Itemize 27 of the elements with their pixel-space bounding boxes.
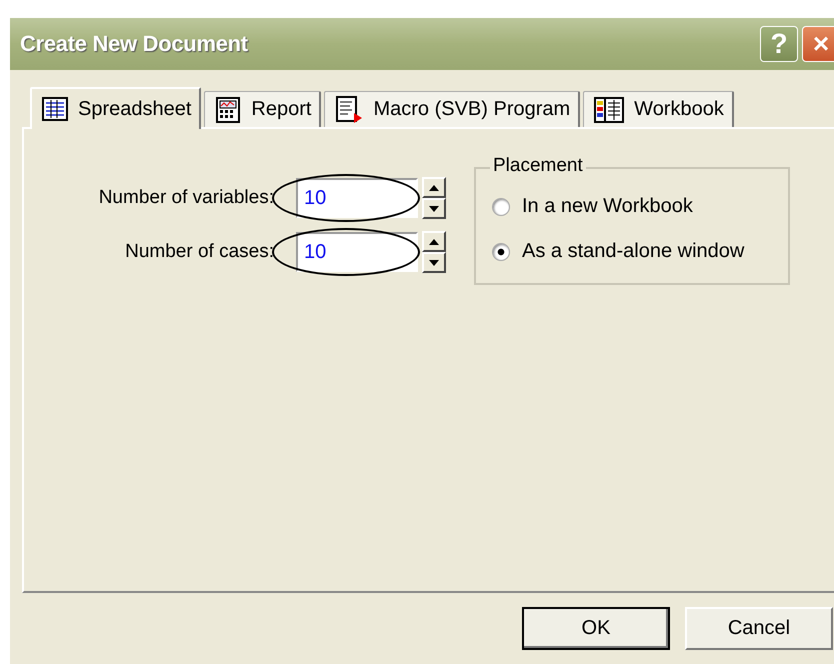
workbook-icon xyxy=(594,96,624,122)
cancel-button[interactable]: Cancel xyxy=(685,607,833,650)
field-label: Number of variables: xyxy=(98,187,274,209)
number-field[interactable]: 10 xyxy=(296,178,418,218)
spin-down-button[interactable] xyxy=(422,198,446,219)
down-arrow-icon xyxy=(428,204,440,212)
number-field[interactable]: 10 xyxy=(296,232,418,272)
spin-down-button[interactable] xyxy=(422,252,446,273)
ok-button[interactable]: OK xyxy=(522,607,670,650)
radio-label: As a stand-alone window xyxy=(522,240,744,263)
window-title: Create New Document xyxy=(20,31,248,57)
down-arrow-icon xyxy=(428,258,440,266)
report-icon xyxy=(215,96,242,122)
up-arrow-icon xyxy=(428,238,440,246)
radio-label: In a new Workbook xyxy=(522,195,693,218)
radio-button[interactable] xyxy=(492,242,510,260)
tab[interactable]: Macro (SVB) Program xyxy=(324,91,580,127)
up-arrow-icon xyxy=(428,184,440,192)
spin-up-button[interactable] xyxy=(422,231,446,252)
spin-up-button[interactable] xyxy=(422,177,446,198)
tab[interactable]: Spreadsheet xyxy=(30,87,202,129)
document-arrow-icon xyxy=(335,96,364,124)
spreadsheet-icon xyxy=(42,97,68,121)
tab[interactable]: Workbook xyxy=(583,91,734,127)
field-label: Number of cases: xyxy=(125,241,274,263)
radio-button[interactable] xyxy=(492,198,510,216)
tab[interactable]: Report xyxy=(204,91,322,127)
